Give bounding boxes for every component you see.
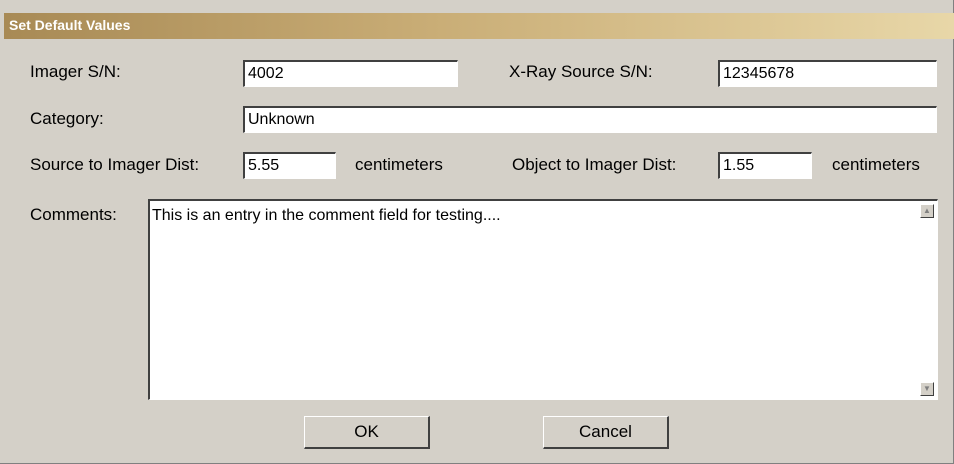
source-dist-unit-label: centimeters: [355, 155, 443, 174]
imager-sn-label: Imager S/N:: [30, 62, 121, 81]
scroll-down-arrow-icon[interactable]: ▼: [920, 382, 934, 396]
category-label: Category:: [30, 109, 104, 128]
comments-text: This is an entry in the comment field fo…: [152, 207, 501, 224]
imager-sn-field[interactable]: 4002: [243, 60, 458, 87]
object-dist-unit-label: centimeters: [832, 155, 920, 174]
comments-label: Comments:: [30, 205, 117, 224]
source-to-imager-dist-field[interactable]: 5.55: [243, 152, 336, 179]
source-to-imager-dist-label: Source to Imager Dist:: [30, 155, 200, 174]
cancel-button[interactable]: Cancel: [543, 416, 669, 449]
scroll-up-arrow-icon[interactable]: ▲: [920, 204, 934, 218]
object-to-imager-dist-label: Object to Imager Dist:: [512, 155, 677, 174]
comments-textarea[interactable]: This is an entry in the comment field fo…: [148, 199, 938, 400]
xray-source-sn-field[interactable]: 12345678: [718, 60, 937, 87]
title-bar[interactable]: Set Default Values: [4, 13, 954, 39]
object-to-imager-dist-field[interactable]: 1.55: [718, 152, 812, 179]
xray-source-sn-label: X-Ray Source S/N:: [509, 62, 653, 81]
category-field[interactable]: Unknown: [243, 106, 937, 133]
ok-button[interactable]: OK: [304, 416, 430, 449]
set-default-values-dialog: Set Default Values Imager S/N: 4002 X-Ra…: [0, 0, 954, 464]
dialog-title: Set Default Values: [9, 17, 131, 33]
